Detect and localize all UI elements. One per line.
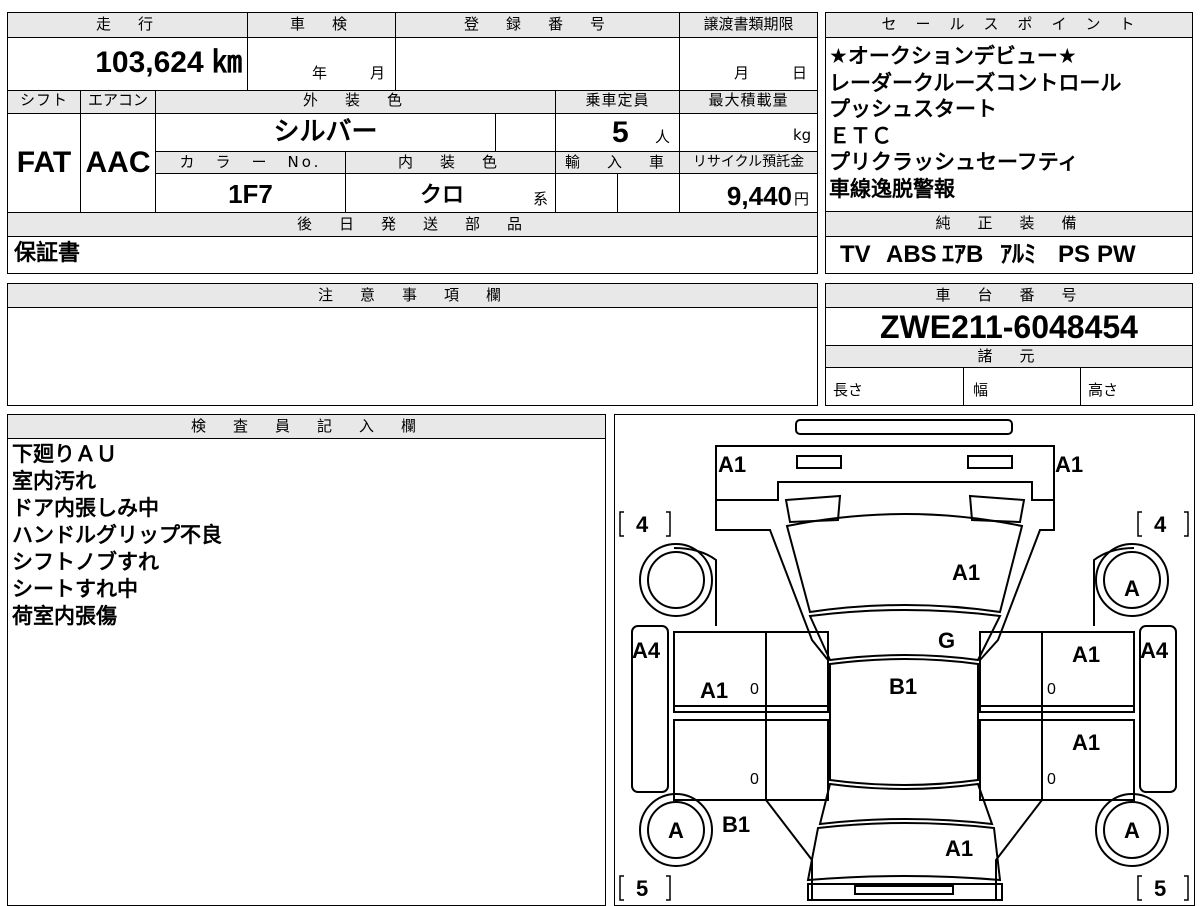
interior-color-suffix: 系 xyxy=(533,190,549,208)
max-load-label: 最大積載量 xyxy=(708,91,789,109)
equipment-label: 純 正 装 備 xyxy=(935,214,1083,232)
front-right-door-mark: A1 xyxy=(1072,642,1100,667)
inspector-note: ハンドルグリップ不良 xyxy=(12,523,222,547)
sales-point-item: プリクラッシュセーフティ xyxy=(829,150,1079,174)
inspector-note: 下廻りＡＵ xyxy=(12,442,117,466)
rear-left-quarter-mark: B1 xyxy=(722,812,750,837)
exterior-color-label: 外 装 色 xyxy=(302,91,408,109)
front-right-tire-mark: 4 xyxy=(1154,512,1167,537)
rear-gate-mark: A1 xyxy=(945,836,973,861)
inspector-label: 検 査 員 記 入 欄 xyxy=(190,417,422,435)
inspector-note: シフトノブすれ xyxy=(12,550,159,574)
sales-point-item: ★オークションデビュー★ xyxy=(829,44,1077,68)
rear-right-wheel-mark: A xyxy=(1124,818,1140,843)
inspector-note: ドア内張しみ中 xyxy=(12,496,159,520)
front-left-tire-mark: 4 xyxy=(636,512,649,537)
rear-left-tire-mark: 5 xyxy=(636,876,648,901)
sales-points-label: セ ー ル ス ポ イ ン ト xyxy=(881,15,1137,33)
windshield-mark: G xyxy=(938,628,955,653)
chassis-number: ZWE211-6048454 xyxy=(880,309,1138,345)
transfer-day-unit: 日 xyxy=(792,64,808,82)
shift-label: シフト xyxy=(19,91,68,109)
shaken-label: 車 検 xyxy=(289,15,353,33)
mileage-label: 走 行 xyxy=(95,15,159,33)
front-right-bumper-mark: A1 xyxy=(1055,452,1083,477)
sales-point-item: ＥＴＣ xyxy=(829,123,892,148)
door-zero-mark: 0 xyxy=(1047,771,1056,788)
caution-label: 注 意 事 項 欄 xyxy=(317,286,507,304)
equipment-item: PW xyxy=(1097,241,1136,268)
inspector-note: 室内汚れ xyxy=(12,469,96,493)
door-zero-mark: 0 xyxy=(1047,681,1056,698)
capacity-unit: 人 xyxy=(655,128,671,146)
height-label: 高さ xyxy=(1088,381,1119,399)
inspector-note: 荷室内張傷 xyxy=(12,604,117,628)
sales-points-list: ★オークションデビュー★ レーダークルーズコントロール プッシュスタート ＥＴＣ… xyxy=(829,43,1121,202)
shift-value: FAT xyxy=(16,146,72,179)
registration-label: 登 録 番 号 xyxy=(463,15,611,33)
aircon-label: エアコン xyxy=(87,91,148,109)
equipment-item: ｴｱB xyxy=(942,241,984,268)
roof-mark: B1 xyxy=(889,674,917,699)
import-label: 輸 入 車 xyxy=(564,153,670,171)
exterior-color-value: シルバー xyxy=(273,116,378,146)
door-zero-mark: 0 xyxy=(750,681,759,698)
sales-point-item: レーダークルーズコントロール xyxy=(829,70,1122,95)
capacity-label: 乗車定員 xyxy=(585,91,650,109)
max-load-unit: kg xyxy=(793,126,812,144)
interior-color-value: クロ xyxy=(420,182,465,207)
sales-point-item: プッシュスタート xyxy=(829,97,997,121)
aircon-value: AAC xyxy=(85,146,151,179)
recycle-fee-unit: 円 xyxy=(794,190,810,208)
rear-right-tire-mark: 5 xyxy=(1154,876,1166,901)
length-label: 長さ xyxy=(833,381,864,399)
equipment-item: ｱﾙﾐ xyxy=(1000,241,1036,268)
equipment-item: TV xyxy=(840,241,871,268)
transfer-month-unit: 月 xyxy=(734,64,750,82)
chassis-label: 車 台 番 号 xyxy=(935,286,1083,304)
specs-label: 諸 元 xyxy=(977,347,1041,365)
capacity-value: 5 xyxy=(612,116,629,149)
equipment-item: PS xyxy=(1058,241,1091,268)
recycle-fee-value: 9,440 xyxy=(726,181,792,211)
shaken-year-unit: 年 xyxy=(312,64,328,82)
sales-point-item: 車線逸脱警報 xyxy=(829,176,955,201)
transfer-deadline-label: 譲渡書類期限 xyxy=(703,15,794,33)
car-damage-diagram: A1 A1 A1 G B1 A1 A1 A1 A4 A4 A A A B1 A1… xyxy=(614,414,1195,906)
inspector-note: シートすれ中 xyxy=(12,577,138,601)
door-zero-mark: 0 xyxy=(750,771,759,788)
later-parts-value: 保証書 xyxy=(14,241,81,266)
later-parts-label: 後 日 発 送 部 品 xyxy=(296,215,528,233)
rear-left-wheel-mark: A xyxy=(668,818,684,843)
car-outline-drawing: A1 A1 A1 G B1 A1 A1 A1 A4 A4 A A A B1 A1… xyxy=(619,419,1189,901)
interior-color-label: 内 装 色 xyxy=(397,153,503,171)
color-no-value: 1F7 xyxy=(228,179,273,209)
front-left-door-mark: A1 xyxy=(700,678,728,703)
bonnet-mark: A1 xyxy=(952,560,980,585)
shaken-month-unit: 月 xyxy=(370,64,386,82)
color-no-label: カ ラ ー No. xyxy=(179,153,322,171)
right-front-fender-mark: A4 xyxy=(1140,638,1169,663)
equipment-item: ABS xyxy=(886,241,937,268)
width-label: 幅 xyxy=(973,381,989,399)
mileage-value: 103,624 ㎞ xyxy=(95,46,242,79)
rear-right-door-mark: A1 xyxy=(1072,730,1100,755)
left-front-fender-mark: A4 xyxy=(632,638,661,663)
front-right-wheel-mark: A xyxy=(1124,576,1140,601)
recycle-label: リサイクル預託金 xyxy=(692,154,805,170)
inspector-notes-list: 下廻りＡＵ 室内汚れ ドア内張しみ中 ハンドルグリップ不良 シフトノブすれ シー… xyxy=(12,441,222,630)
front-left-bumper-mark: A1 xyxy=(718,452,746,477)
